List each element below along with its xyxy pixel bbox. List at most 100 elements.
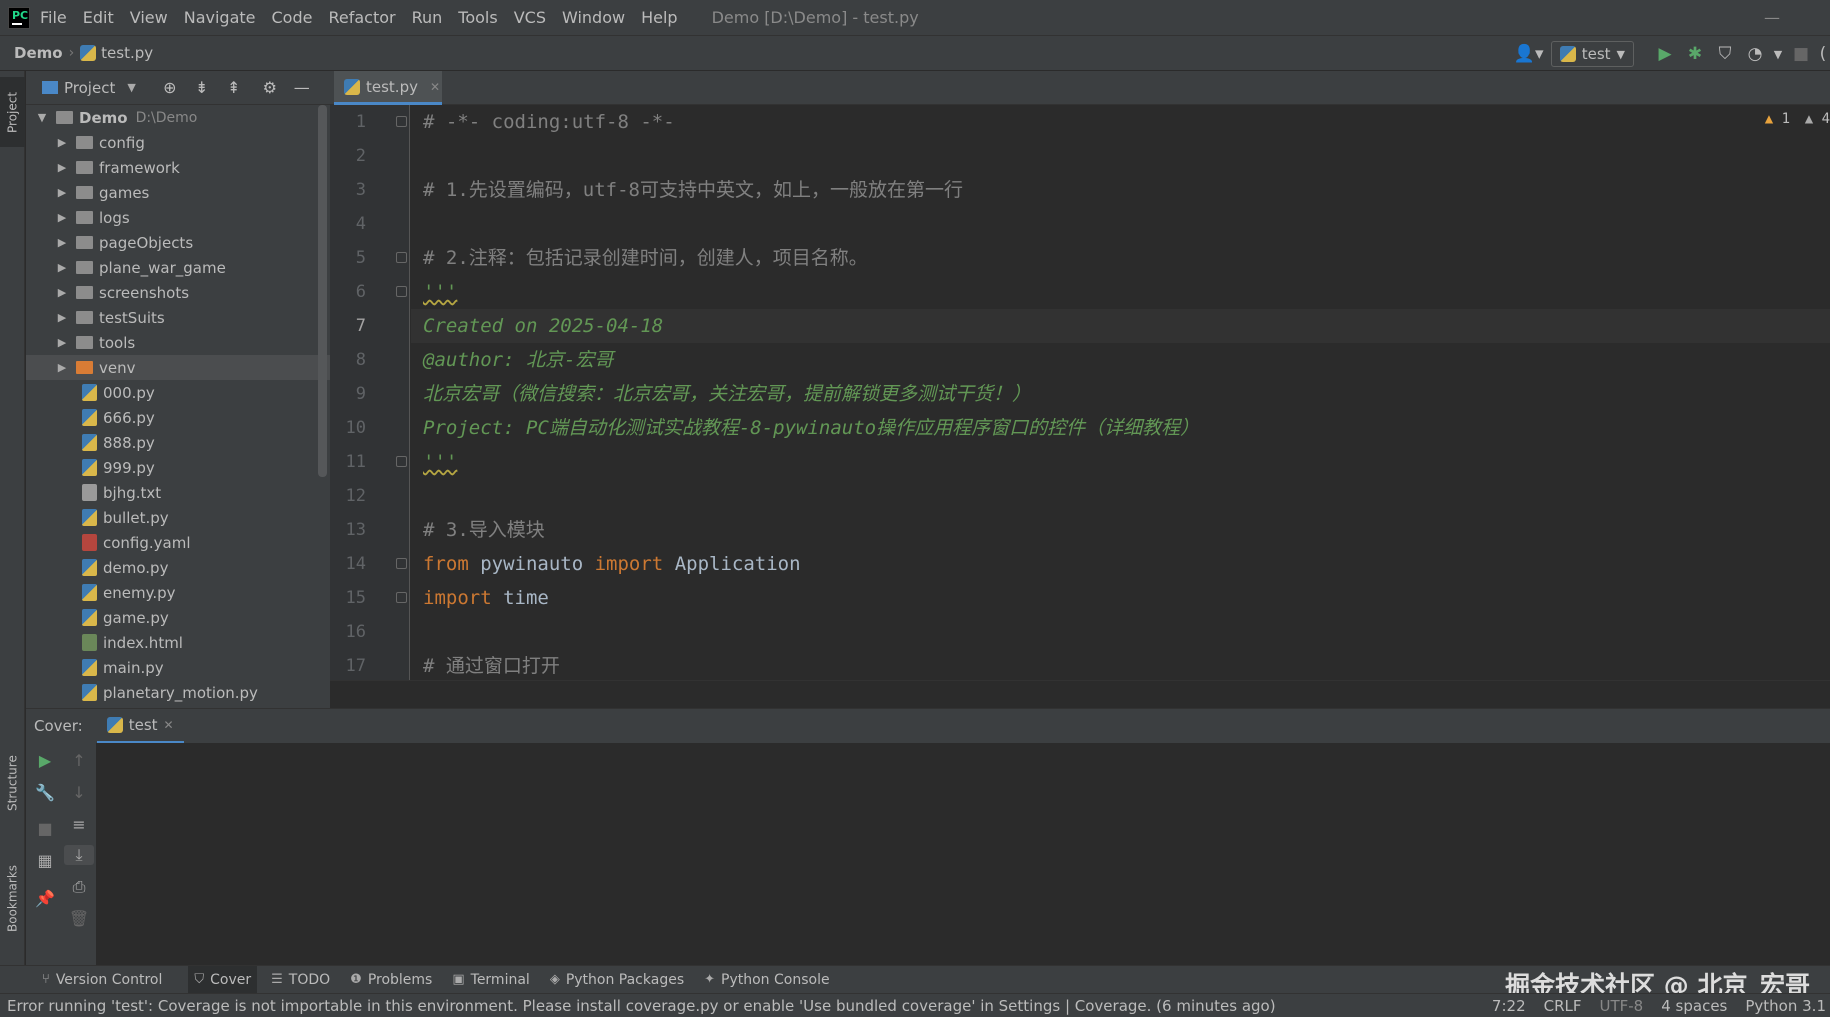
tree-folder[interactable]: ▶ plane_war_game	[26, 255, 330, 280]
more-run-chevron-icon[interactable]: ▼	[1770, 48, 1786, 61]
search-everywhere-icon[interactable]: (	[1816, 44, 1830, 64]
chevron-right-icon[interactable]: ▶	[54, 311, 70, 324]
tree-file[interactable]: demo.py	[26, 555, 330, 580]
menu-view[interactable]: View	[130, 8, 168, 27]
tree-file[interactable]: enemy.py	[26, 580, 330, 605]
run-icon[interactable]: ▶	[1650, 44, 1680, 64]
menu-code[interactable]: Code	[272, 8, 313, 27]
tree-folder[interactable]: ▶ logs	[26, 205, 330, 230]
line-separator[interactable]: CRLF	[1544, 997, 1582, 1015]
code-editor[interactable]: # -*- coding:utf-8 -*- # 1.先设置编码，utf-8可支…	[411, 105, 1830, 708]
menu-refactor[interactable]: Refactor	[328, 8, 395, 27]
coverage-icon[interactable]: ⛉	[1710, 44, 1740, 64]
menu-window[interactable]: Window	[562, 8, 625, 27]
tree-file[interactable]: 888.py	[26, 430, 330, 455]
tree-folder[interactable]: ▶ testSuits	[26, 305, 330, 330]
close-tab-icon[interactable]: ✕	[164, 718, 174, 732]
cover-output-area[interactable]	[96, 743, 1830, 965]
soft-wrap-icon[interactable]: ≡	[64, 815, 94, 834]
breadcrumb-file[interactable]: test.py	[101, 44, 153, 62]
fold-marker-icon[interactable]	[396, 456, 407, 467]
breadcrumb-project[interactable]: Demo	[14, 44, 63, 62]
project-view-dropdown-icon[interactable]: ▼	[127, 81, 135, 94]
trash-icon[interactable]: 🗑	[64, 909, 94, 928]
tree-file[interactable]: index.html	[26, 630, 330, 655]
tool-python-console[interactable]: ✦ Python Console	[698, 966, 835, 994]
chevron-right-icon[interactable]: ▶	[54, 361, 70, 374]
fold-marker-icon[interactable]	[396, 286, 407, 297]
tree-folder[interactable]: ▶ screenshots	[26, 280, 330, 305]
tool-python-packages[interactable]: ◈ Python Packages	[544, 966, 690, 994]
user-dropdown-icon[interactable]: 👤▾	[1507, 44, 1551, 64]
print-icon[interactable]: ⎙	[64, 877, 94, 897]
rerun-icon[interactable]: ▶	[30, 751, 60, 770]
run-config-selector[interactable]: test ▼	[1550, 41, 1634, 67]
tree-file[interactable]: game.py	[26, 605, 330, 630]
tree-file[interactable]: bullet.py	[26, 505, 330, 530]
tree-file[interactable]: config.yaml	[26, 530, 330, 555]
menu-vcs[interactable]: VCS	[514, 8, 546, 27]
tool-problems[interactable]: ❶ Problems	[344, 966, 438, 994]
menu-tools[interactable]: Tools	[458, 8, 497, 27]
fold-marker-icon[interactable]	[396, 558, 407, 569]
fold-marker-icon[interactable]	[396, 252, 407, 263]
chevron-right-icon[interactable]: ▶	[54, 211, 70, 224]
tree-folder-selected[interactable]: ▶ venv	[26, 355, 330, 380]
stop-icon[interactable]: ■	[1786, 44, 1816, 64]
close-tab-icon[interactable]: ✕	[430, 80, 440, 94]
weak-warning-count[interactable]: ▲ 4	[1805, 111, 1830, 127]
layout-icon[interactable]: ▦	[30, 851, 60, 870]
file-encoding[interactable]: UTF-8	[1600, 997, 1644, 1015]
debug-icon[interactable]: ✱	[1680, 44, 1710, 64]
profile-icon[interactable]: ◔	[1740, 44, 1770, 64]
editor-horizontal-scroll-area[interactable]	[330, 680, 1830, 708]
tool-cover[interactable]: ⛉ Cover	[188, 965, 258, 994]
chevron-right-icon[interactable]: ▶	[54, 136, 70, 149]
tree-file[interactable]: planetary_motion.py	[26, 680, 330, 705]
tree-folder[interactable]: ▶ framework	[26, 155, 330, 180]
stop-icon[interactable]: ■	[30, 819, 60, 838]
cover-tab-test[interactable]: test ✕	[96, 709, 184, 744]
down-arrow-icon[interactable]: ↓	[64, 783, 94, 802]
menu-help[interactable]: Help	[641, 8, 677, 27]
fold-marker-icon[interactable]	[396, 116, 407, 127]
expand-all-icon[interactable]: ⇟	[186, 78, 218, 97]
chevron-right-icon[interactable]: ▶	[54, 286, 70, 299]
collapse-all-icon[interactable]: ⇞	[218, 78, 250, 97]
project-panel-title[interactable]: Project	[64, 79, 115, 97]
tree-folder[interactable]: ▶ games	[26, 180, 330, 205]
tree-file[interactable]: bjhg.txt	[26, 480, 330, 505]
tree-file[interactable]: 666.py	[26, 405, 330, 430]
status-message[interactable]: Error running 'test': Coverage is not im…	[7, 997, 1276, 1015]
menu-navigate[interactable]: Navigate	[184, 8, 256, 27]
caret-position[interactable]: 7:22	[1492, 997, 1526, 1015]
menu-file[interactable]: File	[40, 8, 67, 27]
project-tree-scrollbar[interactable]	[318, 105, 327, 477]
wrench-icon[interactable]: 🔧	[30, 783, 60, 802]
chevron-right-icon[interactable]: ▶	[54, 336, 70, 349]
warning-count[interactable]: ▲ 1	[1765, 111, 1790, 127]
chevron-right-icon[interactable]: ▶	[54, 186, 70, 199]
tree-folder[interactable]: ▶ pageObjects	[26, 230, 330, 255]
locate-file-icon[interactable]: ⊕	[154, 78, 186, 97]
project-tool-tab[interactable]: Project	[0, 77, 25, 147]
chevron-right-icon[interactable]: ▶	[54, 236, 70, 249]
menu-edit[interactable]: Edit	[83, 8, 114, 27]
structure-tool-tab[interactable]: Structure	[0, 743, 25, 823]
chevron-down-icon[interactable]: ▼	[34, 111, 50, 124]
editor-tab-test-py[interactable]: test.py ✕	[334, 71, 442, 105]
bookmarks-tool-tab[interactable]: Bookmarks	[0, 851, 25, 946]
pin-icon[interactable]: 📌	[30, 889, 60, 908]
python-interpreter[interactable]: Python 3.1	[1745, 997, 1826, 1015]
tool-version-control[interactable]: ⑂ Version Control	[36, 966, 168, 994]
tree-folder[interactable]: ▶ tools	[26, 330, 330, 355]
tool-todo[interactable]: ☰ TODO	[265, 966, 336, 994]
tree-file[interactable]: main.py	[26, 655, 330, 680]
hide-panel-icon[interactable]: —	[286, 78, 318, 97]
tool-terminal[interactable]: ▣ Terminal	[446, 966, 535, 994]
scroll-to-end-icon[interactable]: ⤓	[64, 845, 94, 865]
menu-run[interactable]: Run	[412, 8, 443, 27]
fold-marker-icon[interactable]	[396, 592, 407, 603]
tree-folder[interactable]: ▶ config	[26, 130, 330, 155]
up-arrow-icon[interactable]: ↑	[64, 751, 94, 770]
